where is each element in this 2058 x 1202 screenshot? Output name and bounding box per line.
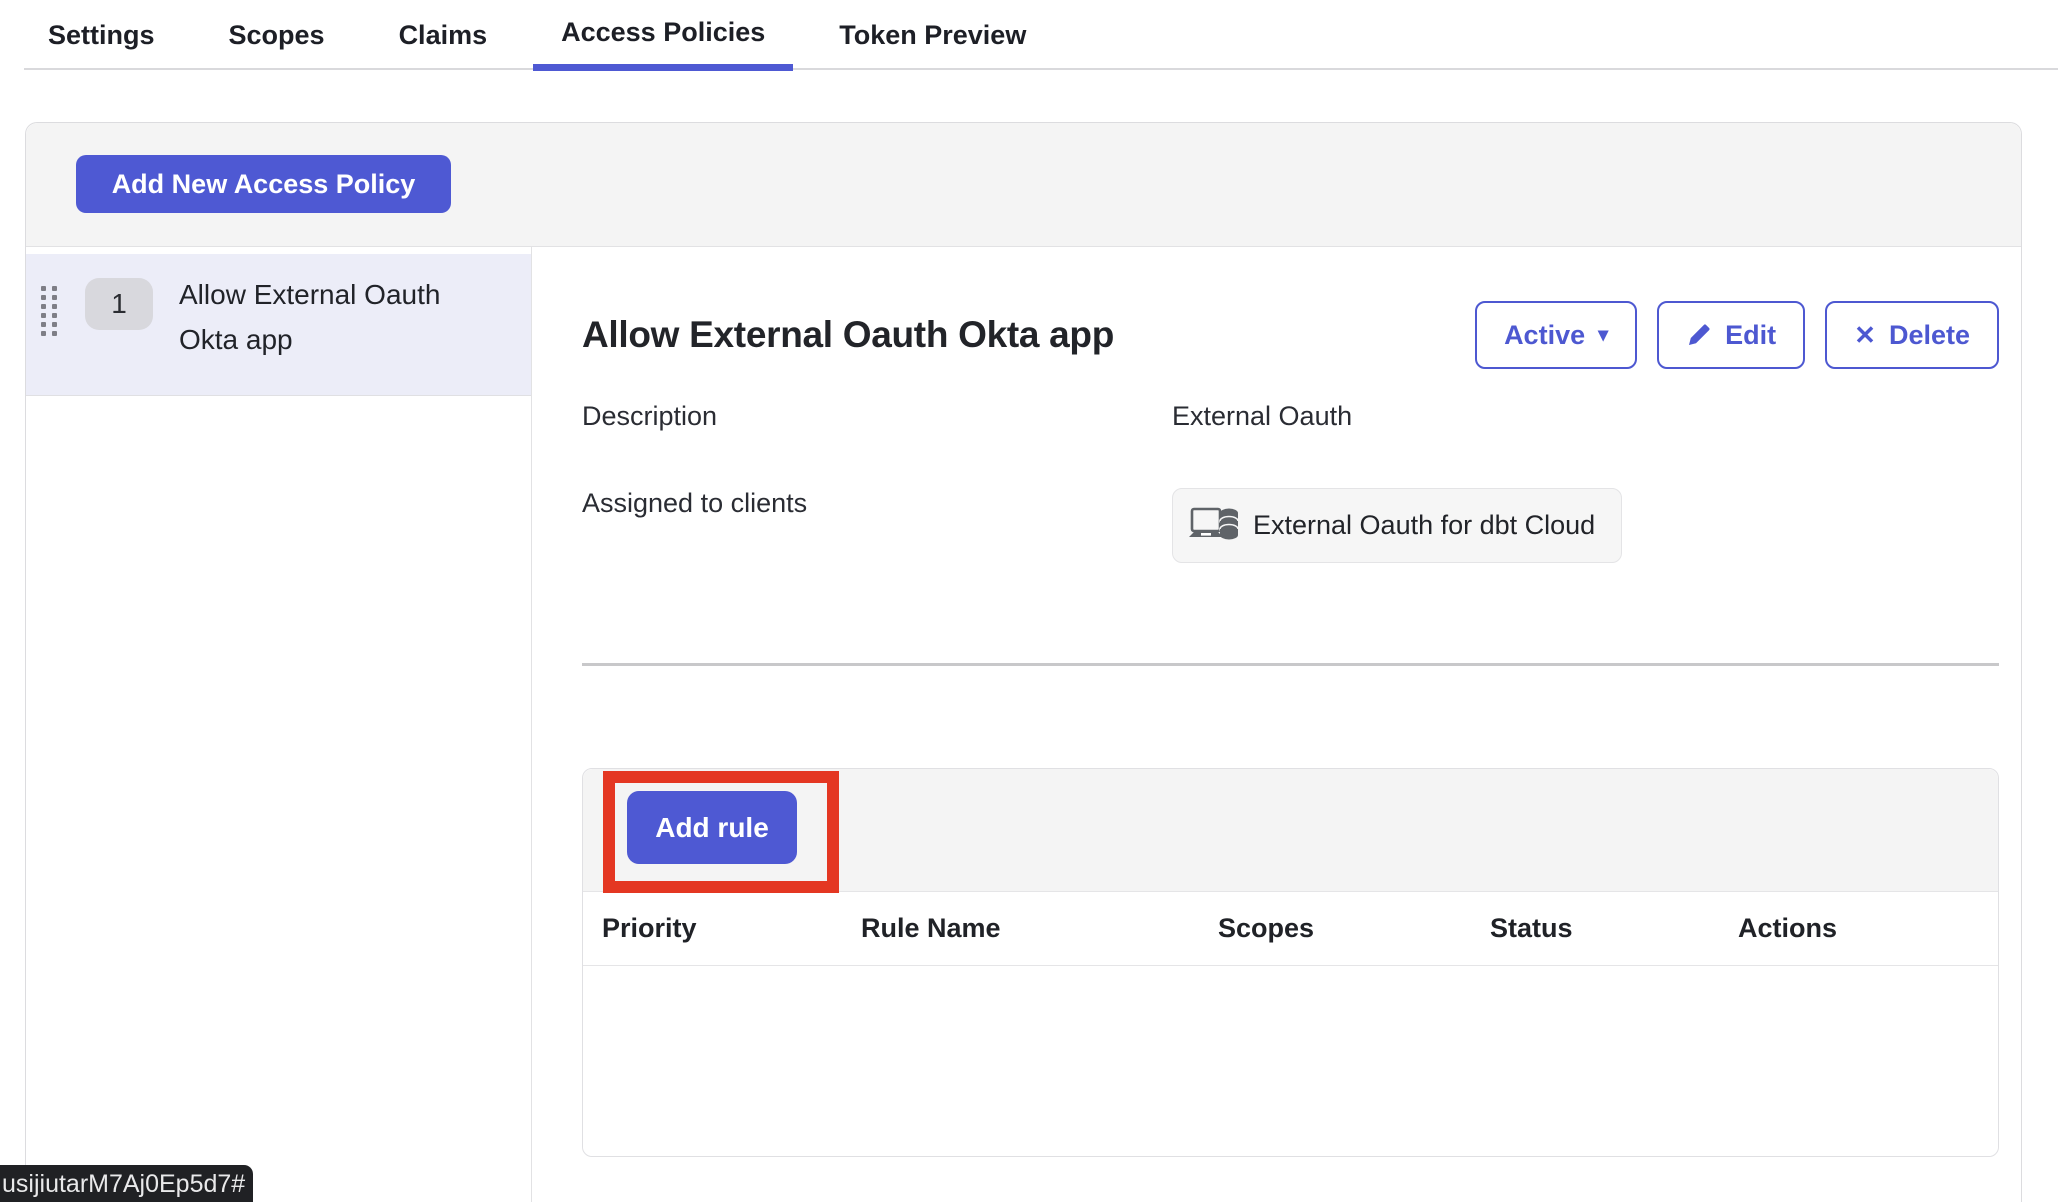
policy-list-sidebar: 1 Allow External Oauth Okta app (26, 247, 532, 1202)
link-preview-status-bar: usijiutarM7Aj0Ep5d7# (0, 1165, 253, 1202)
tabs: Settings Scopes Claims Access Policies T… (20, 0, 1054, 71)
tab-bar: Settings Scopes Claims Access Policies T… (0, 0, 2058, 71)
add-new-access-policy-button[interactable]: Add New Access Policy (76, 155, 451, 213)
add-rule-button[interactable]: Add rule (627, 791, 797, 864)
assigned-client-name: External Oauth for dbt Cloud (1253, 510, 1595, 541)
assigned-clients-label: Assigned to clients (582, 488, 1172, 519)
column-header-priority: Priority (602, 913, 861, 944)
close-icon: ✕ (1854, 322, 1876, 348)
policy-detail-grid: Description External Oauth Assigned to c… (582, 401, 1999, 563)
assigned-client-chip: External Oauth for dbt Cloud (1172, 488, 1622, 563)
description-label: Description (582, 401, 1172, 432)
panel-header: Add New Access Policy (26, 123, 2021, 247)
tab-token-preview[interactable]: Token Preview (811, 0, 1054, 71)
client-app-icon (1189, 505, 1239, 547)
policy-priority-badge: 1 (85, 278, 153, 330)
delete-button-label: Delete (1889, 320, 1970, 351)
drag-handle-icon[interactable] (41, 286, 58, 337)
panel-body: 1 Allow External Oauth Okta app Allow Ex… (26, 247, 2021, 1202)
rules-table-body (583, 966, 1998, 1156)
tab-claims[interactable]: Claims (371, 0, 516, 71)
policy-item-label: Allow External Oauth Okta app (179, 272, 479, 362)
status-dropdown-label: Active (1504, 320, 1585, 351)
policy-list-item[interactable]: 1 Allow External Oauth Okta app (26, 254, 531, 396)
section-divider (582, 663, 1999, 666)
policy-title: Allow External Oauth Okta app (582, 314, 1114, 356)
column-header-rule-name: Rule Name (861, 913, 1218, 944)
tab-scopes[interactable]: Scopes (201, 0, 353, 71)
chevron-down-icon: ▾ (1598, 325, 1608, 345)
policy-heading-row: Allow External Oauth Okta app Active ▾ (582, 301, 1999, 369)
okta-auth-server-page: Settings Scopes Claims Access Policies T… (0, 0, 2058, 1202)
tab-access-policies[interactable]: Access Policies (533, 0, 793, 71)
access-policies-panel: Add New Access Policy (25, 122, 2022, 1202)
description-value: External Oauth (1172, 401, 1999, 432)
column-header-actions: Actions (1738, 913, 1998, 944)
policy-actions: Active ▾ Edit ✕ (1475, 301, 1999, 369)
policy-detail-pane: Allow External Oauth Okta app Active ▾ (532, 247, 2021, 1202)
column-header-scopes: Scopes (1218, 913, 1490, 944)
rules-card: Add rule Priority Rule Name Scopes Statu… (582, 768, 1999, 1157)
delete-policy-button[interactable]: ✕ Delete (1825, 301, 1999, 369)
edit-button-label: Edit (1725, 320, 1776, 351)
pencil-icon (1686, 322, 1712, 348)
edit-policy-button[interactable]: Edit (1657, 301, 1805, 369)
status-dropdown-button[interactable]: Active ▾ (1475, 301, 1637, 369)
tab-settings[interactable]: Settings (20, 0, 183, 71)
rules-card-header: Add rule (583, 769, 1998, 892)
rules-table-header: Priority Rule Name Scopes Status Actions (583, 892, 1998, 966)
column-header-status: Status (1490, 913, 1738, 944)
